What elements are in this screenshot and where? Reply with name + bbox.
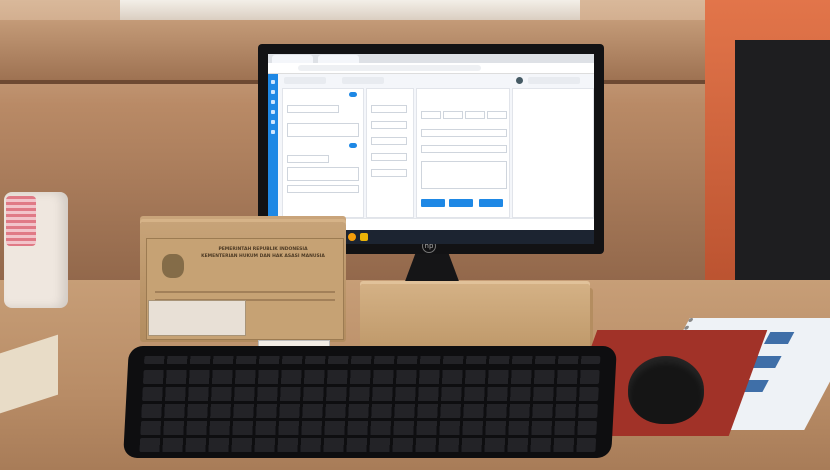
nav-icon-2[interactable]	[271, 90, 275, 94]
input-9[interactable]	[443, 111, 463, 119]
garuda-emblem-icon	[162, 254, 184, 278]
keyboard[interactable]	[123, 346, 617, 458]
input-4[interactable]	[371, 121, 407, 129]
nav-icon-1[interactable]	[271, 80, 275, 84]
input-11[interactable]	[487, 111, 507, 119]
select-1[interactable]	[287, 105, 339, 113]
url-field[interactable]	[298, 65, 481, 71]
input-7[interactable]	[371, 169, 407, 177]
input-2[interactable]	[287, 185, 359, 193]
fan-grille	[6, 196, 36, 246]
envelope-line-2: KEMENTERIAN HUKUM DAN HAK ASASI MANUSIA	[201, 254, 325, 259]
calendar-photo	[763, 332, 795, 344]
action-button-3[interactable]	[479, 199, 503, 207]
input-10[interactable]	[465, 111, 485, 119]
envelope-label	[148, 300, 246, 336]
search-field[interactable]	[528, 77, 580, 84]
input-1[interactable]	[287, 155, 329, 163]
app-side-nav	[268, 74, 278, 224]
input-3[interactable]	[371, 105, 407, 113]
input-5[interactable]	[371, 137, 407, 145]
toggle-2[interactable]	[349, 143, 357, 148]
browser-address-bar	[268, 63, 594, 74]
keyboard-row-4	[140, 421, 598, 435]
monitor-screen	[268, 54, 594, 244]
textarea-2[interactable]	[287, 167, 359, 181]
textarea-1[interactable]	[287, 123, 359, 137]
nav-icon-6[interactable]	[271, 130, 275, 134]
window-opening	[120, 0, 580, 22]
toggle-1[interactable]	[349, 92, 357, 97]
nav-icon-3[interactable]	[271, 100, 275, 104]
nav-icon-5[interactable]	[271, 120, 275, 124]
keyboard-row-2	[142, 387, 599, 401]
keyboard-row-1	[142, 370, 600, 384]
app-toolbar	[280, 75, 592, 86]
input-8[interactable]	[421, 111, 441, 119]
action-button-2[interactable]	[449, 199, 473, 207]
keyboard-row-3	[141, 404, 598, 418]
computer-mouse[interactable]	[628, 356, 704, 424]
envelope-header-text: PEMERINTAH REPUBLIK INDONESIA KEMENTERIA…	[188, 246, 338, 260]
input-13[interactable]	[421, 145, 507, 153]
toolbar-field-2[interactable]	[342, 77, 384, 84]
form-panel-middle	[366, 88, 414, 218]
explorer-icon[interactable]	[360, 233, 368, 241]
browser-tab-bar	[268, 54, 594, 63]
chrome-icon[interactable]	[348, 233, 356, 241]
avatar[interactable]	[516, 77, 523, 84]
textarea-3[interactable]	[421, 161, 507, 189]
form-panel-far-right	[512, 88, 594, 218]
form-panel-right	[416, 88, 510, 218]
nav-icon-4[interactable]	[271, 110, 275, 114]
keyboard-row-5	[139, 438, 597, 452]
browser-tab-2[interactable]	[318, 55, 359, 63]
envelope-stack-right	[360, 284, 590, 354]
input-12[interactable]	[421, 129, 507, 137]
keyboard-row-function	[143, 356, 601, 364]
toolbar-field-1[interactable]	[284, 77, 326, 84]
envelope-line	[155, 291, 335, 293]
envelope-line-1: PEMERINTAH REPUBLIK INDONESIA	[218, 247, 308, 252]
input-6[interactable]	[371, 153, 407, 161]
form-panel-left	[282, 88, 364, 218]
browser-tab-1[interactable]	[272, 55, 313, 63]
action-button-1[interactable]	[421, 199, 445, 207]
